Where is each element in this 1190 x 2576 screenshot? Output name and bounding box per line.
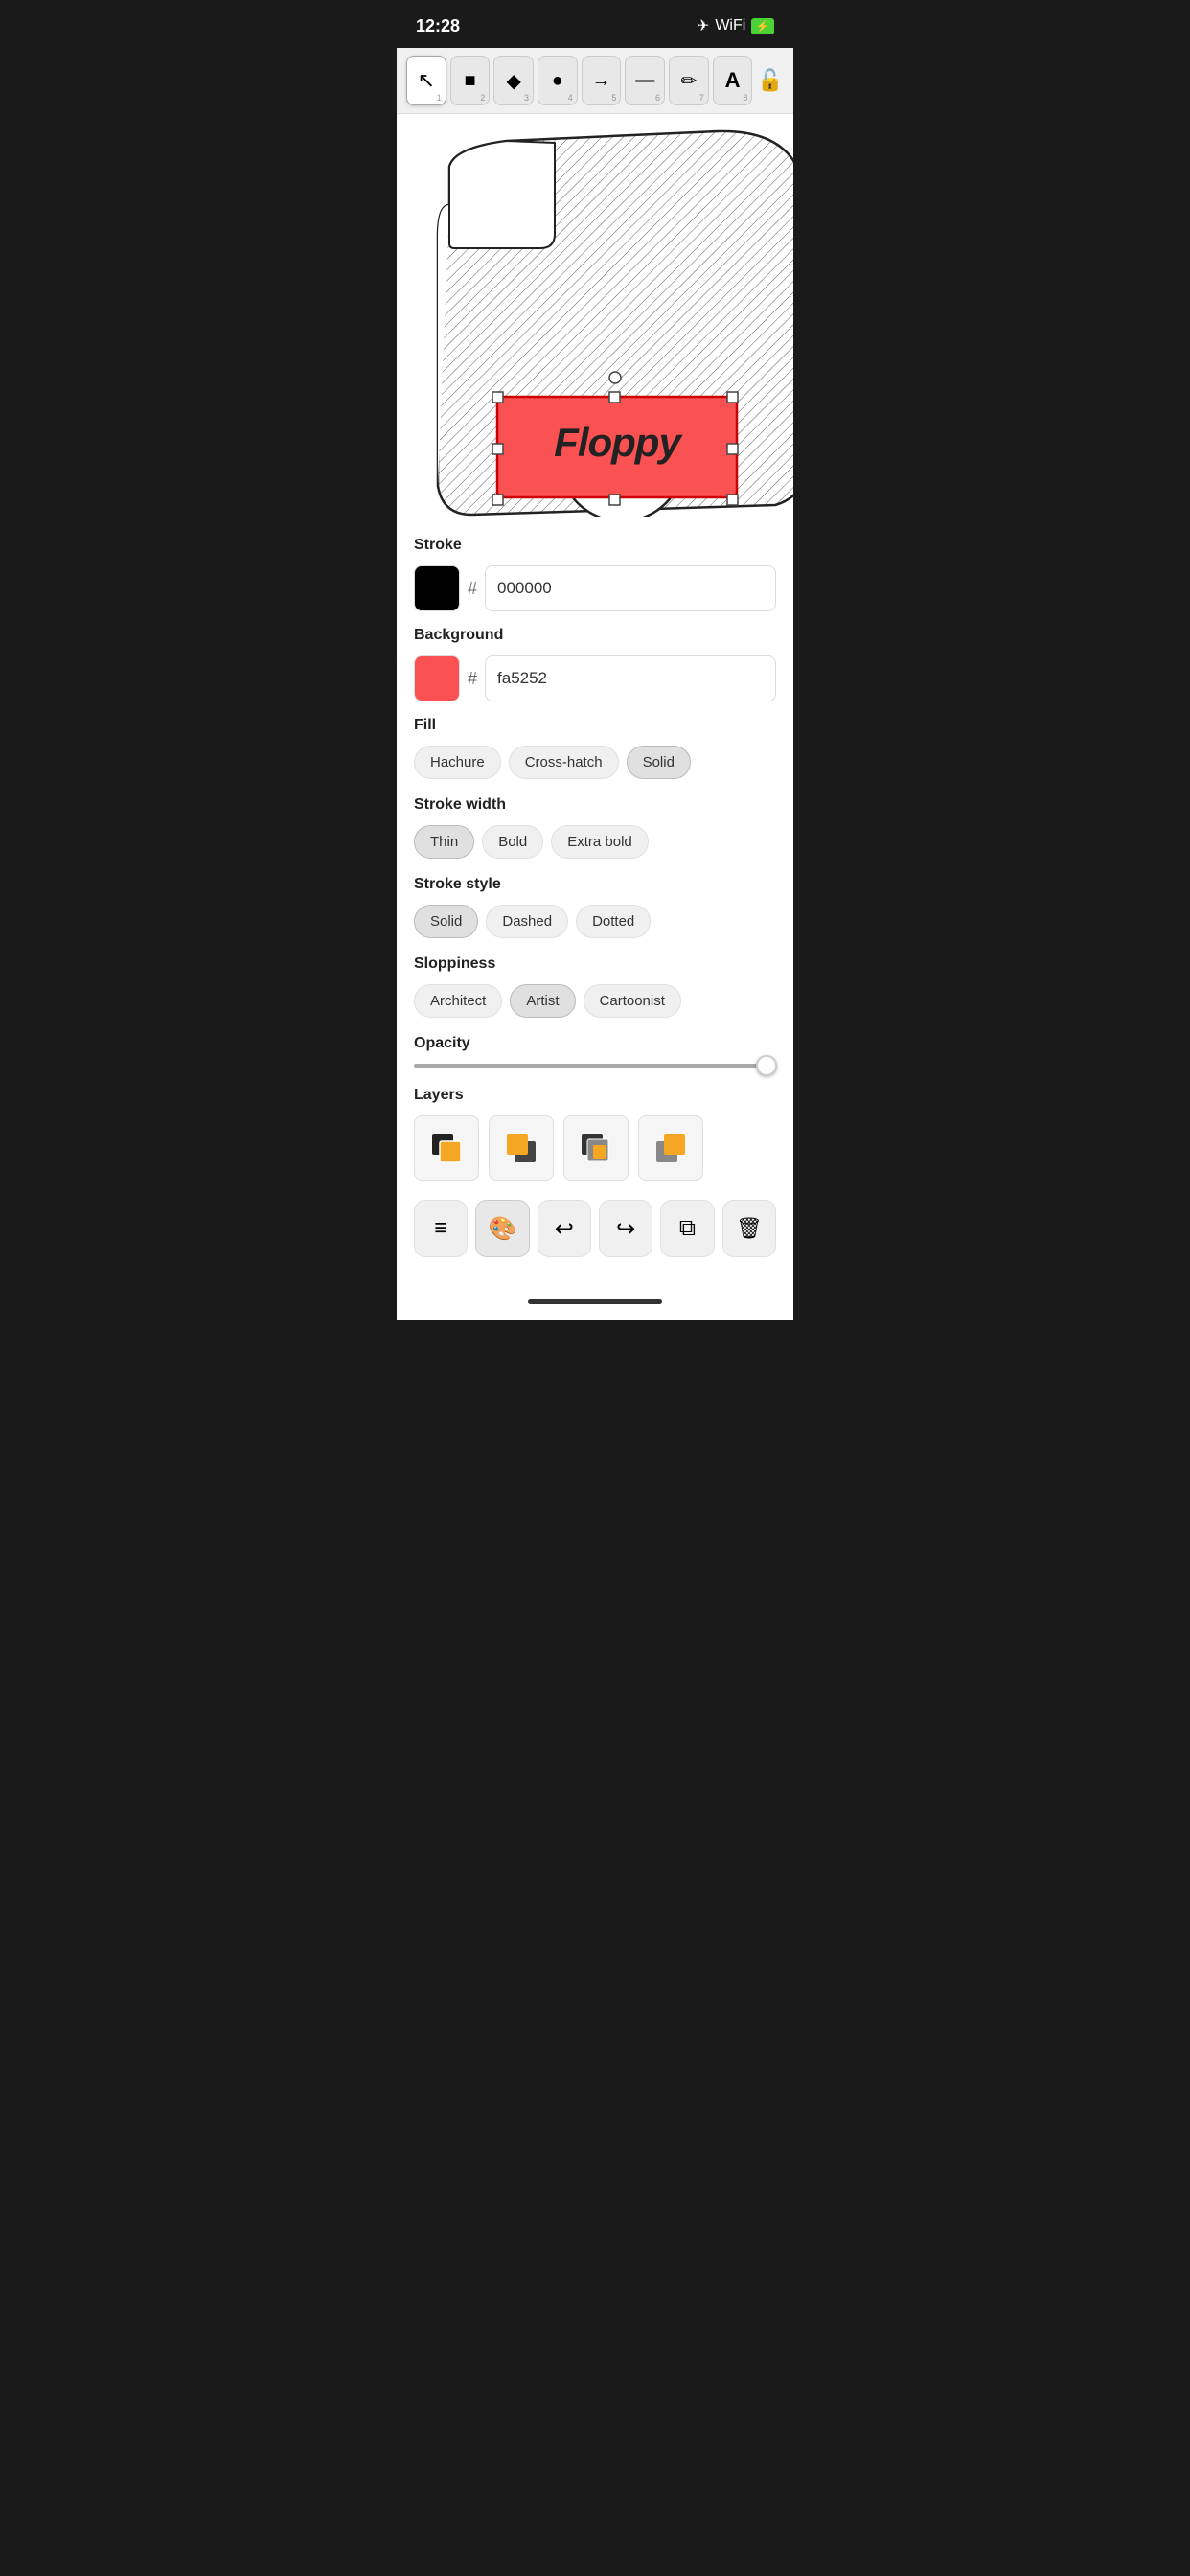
drawing-canvas[interactable]: Floppy xyxy=(397,114,793,517)
background-color-input[interactable] xyxy=(485,656,776,702)
stroke-width-thin[interactable]: Thin xyxy=(414,825,474,859)
status-bar: 12:28 ✈ WiFi ⚡ xyxy=(397,0,793,48)
svg-text:Floppy: Floppy xyxy=(554,420,683,465)
airplane-icon: ✈ xyxy=(697,16,709,35)
background-label: Background xyxy=(414,627,776,644)
circle-icon: ● xyxy=(552,70,563,92)
layer-send-backward[interactable] xyxy=(414,1116,479,1181)
stroke-width-extra-bold[interactable]: Extra bold xyxy=(551,825,649,859)
opacity-slider-track xyxy=(414,1064,776,1068)
tool-line[interactable]: — 6 xyxy=(625,56,665,105)
trash-icon: 🗑 xyxy=(736,1216,763,1241)
cursor-icon: ↖ xyxy=(418,68,435,93)
menu-button[interactable]: ≡ xyxy=(414,1200,468,1257)
tool-select[interactable]: ↖ 1 xyxy=(406,56,446,105)
undo-button[interactable]: ↩ xyxy=(538,1200,591,1257)
stroke-style-solid[interactable]: Solid xyxy=(414,905,478,938)
background-hash: # xyxy=(468,669,477,689)
lock-button[interactable]: 🔓 xyxy=(756,56,784,105)
wifi-icon: WiFi xyxy=(715,17,745,34)
delete-button[interactable]: 🗑 xyxy=(722,1200,776,1257)
layers-grid xyxy=(414,1116,776,1181)
status-icons: ✈ WiFi ⚡ xyxy=(697,16,774,35)
sloppiness-artist[interactable]: Artist xyxy=(510,984,575,1018)
layers-label: Layers xyxy=(414,1087,776,1104)
opacity-slider-container[interactable] xyxy=(414,1064,776,1068)
stroke-width-label: Stroke width xyxy=(414,796,776,814)
sloppiness-architect[interactable]: Architect xyxy=(414,984,502,1018)
tool-diamond[interactable]: ◆ 3 xyxy=(493,56,534,105)
style-button[interactable]: 🎨 xyxy=(475,1200,529,1257)
stroke-style-options: Solid Dashed Dotted xyxy=(414,905,776,938)
opacity-slider-fill xyxy=(414,1064,758,1068)
menu-icon: ≡ xyxy=(434,1217,447,1240)
fill-cross-hatch[interactable]: Cross-hatch xyxy=(509,746,619,779)
duplicate-icon: ⧉ xyxy=(679,1215,696,1242)
stroke-label: Stroke xyxy=(414,537,776,554)
background-color-swatch[interactable] xyxy=(414,656,460,702)
stroke-width-bold[interactable]: Bold xyxy=(482,825,543,859)
toolbar: ↖ 1 ■ 2 ◆ 3 ● 4 → 5 — 6 ✏ 7 A 8 🔓 xyxy=(397,48,793,114)
canvas-area[interactable]: Floppy xyxy=(397,114,793,517)
tool-text[interactable]: A 8 xyxy=(713,56,753,105)
layers-section: Layers xyxy=(414,1087,776,1181)
stroke-style-dotted[interactable]: Dotted xyxy=(576,905,651,938)
opacity-label: Opacity xyxy=(414,1035,776,1052)
home-bar xyxy=(528,1300,662,1304)
tool-pencil[interactable]: ✏ 7 xyxy=(669,56,709,105)
pencil-icon: ✏ xyxy=(680,69,697,93)
fill-solid[interactable]: Solid xyxy=(627,746,691,779)
tool-arrow[interactable]: → 5 xyxy=(582,56,622,105)
redo-button[interactable]: ↪ xyxy=(599,1200,652,1257)
square-icon: ■ xyxy=(464,70,475,92)
sloppiness-label: Sloppiness xyxy=(414,955,776,973)
arrow-icon: → xyxy=(592,70,611,92)
fill-options: Hachure Cross-hatch Solid xyxy=(414,746,776,779)
palette-icon: 🎨 xyxy=(489,1215,517,1243)
undo-icon: ↩ xyxy=(555,1215,574,1243)
stroke-style-label: Stroke style xyxy=(414,876,776,893)
stroke-color-input[interactable] xyxy=(485,565,776,611)
sloppiness-cartoonist[interactable]: Cartoonist xyxy=(584,984,681,1018)
properties-panel: Stroke # Background # Fill Hachure Cross… xyxy=(397,517,793,1292)
redo-icon: ↪ xyxy=(616,1215,635,1243)
lock-icon: 🔓 xyxy=(757,68,783,93)
duplicate-button[interactable]: ⧉ xyxy=(660,1200,714,1257)
stroke-color-swatch[interactable] xyxy=(414,565,460,611)
stroke-style-dashed[interactable]: Dashed xyxy=(486,905,568,938)
stroke-hash: # xyxy=(468,579,477,599)
tool-circle[interactable]: ● 4 xyxy=(538,56,578,105)
text-icon: A xyxy=(725,68,741,93)
layer-send-to-back[interactable] xyxy=(563,1116,629,1181)
tool-rectangle[interactable]: ■ 2 xyxy=(450,56,491,105)
battery-icon: ⚡ xyxy=(751,18,774,34)
background-color-row: # xyxy=(414,656,776,702)
opacity-section: Opacity xyxy=(414,1035,776,1068)
status-time: 12:28 xyxy=(416,16,460,36)
fill-hachure[interactable]: Hachure xyxy=(414,746,501,779)
diamond-icon: ◆ xyxy=(506,69,520,93)
sloppiness-options: Architect Artist Cartoonist xyxy=(414,984,776,1018)
stroke-width-options: Thin Bold Extra bold xyxy=(414,825,776,859)
layer-bring-to-front[interactable] xyxy=(638,1116,703,1181)
opacity-slider-thumb[interactable] xyxy=(756,1055,777,1076)
line-icon: — xyxy=(635,70,654,92)
fill-label: Fill xyxy=(414,717,776,734)
layer-bring-forward[interactable] xyxy=(489,1116,554,1181)
action-bar: ≡ 🎨 ↩ ↪ ⧉ 🗑 xyxy=(414,1200,776,1273)
home-indicator xyxy=(397,1292,793,1320)
stroke-color-row: # xyxy=(414,565,776,611)
